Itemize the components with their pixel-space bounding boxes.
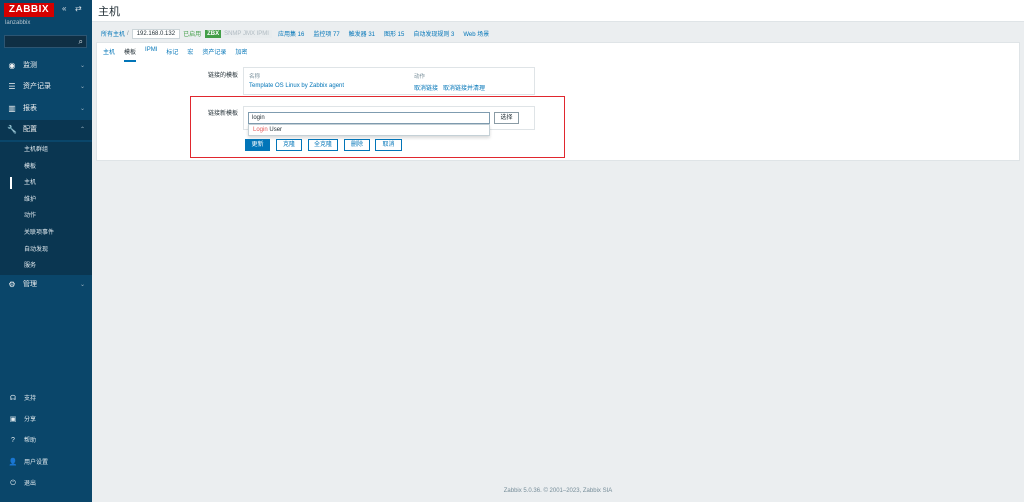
unlink-and-clear-link[interactable]: 取消链接并清理: [443, 83, 485, 92]
page-header: 主机: [92, 0, 1024, 22]
menu-administration-label: 管理: [23, 281, 37, 288]
submenu-host-groups[interactable]: 主机群组: [0, 142, 92, 159]
gear-icon: ⚙: [8, 280, 16, 289]
headset-icon: ☊: [9, 395, 17, 402]
menu-monitoring[interactable]: ◉ 监测 ⌄: [0, 56, 92, 76]
link-graphs[interactable]: 图形 15: [384, 29, 404, 38]
kiosk-mode-icon[interactable]: ⇄: [75, 4, 82, 13]
support-label: 支持: [24, 396, 37, 402]
submenu-actions[interactable]: 动作: [0, 208, 92, 225]
chevron-down-icon: ⌄: [79, 282, 85, 288]
menu-monitoring-label: 监测: [23, 62, 37, 69]
link-discovery-rules[interactable]: 自动发现规则 3: [413, 29, 454, 38]
page-title: 主机: [98, 6, 120, 18]
sidebar: ZABBIX « ⇄ lanzabbix ⌕ ◉ 监测 ⌄ ☰ 资产记录 ⌄ ▥…: [0, 0, 92, 502]
sidebar-search-input[interactable]: ⌕: [4, 35, 87, 48]
tab-templates[interactable]: 模板: [124, 47, 137, 62]
list-icon: ☰: [8, 82, 16, 91]
menu-inventory[interactable]: ☰ 资产记录 ⌄: [0, 77, 92, 97]
chevron-up-icon: ⌃: [79, 127, 85, 133]
page-footer: Zabbix 5.0.36. © 2001–2023, Zabbix SIA: [503, 488, 613, 494]
tab-tags[interactable]: 标记: [166, 47, 178, 62]
menu-inventory-label: 资产记录: [23, 83, 51, 90]
linked-templates-label: 链接的模板: [207, 73, 238, 79]
column-name-header: 名称: [249, 74, 261, 80]
linked-templates-table: 名称 动作 Template OS Linux by Zabbix agent …: [243, 67, 535, 95]
submenu-maintenance[interactable]: 维护: [0, 192, 92, 209]
support-link[interactable]: ☊ 支持: [0, 389, 92, 409]
status-enabled[interactable]: 已启用: [183, 29, 201, 38]
share-icon: ▣: [9, 416, 17, 423]
other-availability-badges: SNMP JMX IPMI: [221, 29, 272, 38]
tab-encryption[interactable]: 加密: [235, 47, 247, 62]
submenu-templates[interactable]: 模板: [0, 159, 92, 176]
help-link[interactable]: ? 帮助: [0, 431, 92, 451]
submenu-discovery[interactable]: 自动发现: [0, 242, 92, 259]
menu-configuration-label: 配置: [23, 126, 37, 133]
user-icon: 👤: [8, 459, 18, 466]
submenu-hosts[interactable]: 主机: [0, 175, 92, 192]
link-applications[interactable]: 应用集 16: [278, 29, 304, 38]
configuration-submenu: 主机群组 模板 主机 维护 动作 关联项事件 自动发现 服务: [0, 142, 92, 275]
server-name: lanzabbix: [5, 20, 31, 26]
menu-administration[interactable]: ⚙ 管理 ⌄: [0, 275, 92, 295]
highlight-annotation-frame: [190, 96, 565, 158]
breadcrumb-separator: /: [127, 30, 129, 37]
column-action-header: 动作: [414, 74, 426, 80]
wrench-icon: 🔧: [7, 125, 17, 134]
share-label: 分享: [24, 417, 37, 423]
tab-ipmi[interactable]: IPMI: [145, 47, 157, 62]
menu-reports[interactable]: ▥ 报表 ⌄: [0, 99, 92, 119]
unlink-link[interactable]: 取消链接: [414, 83, 438, 92]
sign-out-label: 退出: [24, 481, 37, 487]
user-settings-label: 用户设置: [24, 460, 49, 466]
collapse-sidebar-icon[interactable]: «: [62, 4, 66, 13]
help-icon: ?: [11, 437, 15, 444]
eye-icon: ◉: [8, 61, 16, 70]
host-navigation: 所有主机 / 192.168.0.132 已启用 ZBX SNMP JMX IP…: [101, 28, 498, 39]
chart-icon: ▥: [8, 104, 16, 113]
zbx-availability-badge: ZBX: [205, 29, 222, 38]
tab-macros[interactable]: 宏: [187, 47, 193, 62]
breadcrumb-host[interactable]: 192.168.0.132: [131, 28, 181, 39]
submenu-services[interactable]: 服务: [0, 258, 92, 275]
zabbix-logo[interactable]: ZABBIX: [4, 3, 54, 17]
search-icon[interactable]: ⌕: [79, 37, 83, 47]
user-settings-link[interactable]: 👤 用户设置: [0, 453, 92, 473]
tab-host[interactable]: 主机: [103, 47, 115, 62]
link-triggers[interactable]: 触发器 31: [349, 29, 375, 38]
link-web-scenarios[interactable]: Web 场景: [463, 29, 489, 38]
chevron-down-icon: ⌄: [79, 63, 85, 69]
chevron-down-icon: ⌄: [79, 106, 85, 112]
tab-inventory[interactable]: 资产记录: [202, 47, 226, 62]
linked-template-name[interactable]: Template OS Linux by Zabbix agent: [249, 83, 344, 89]
menu-reports-label: 报表: [23, 105, 37, 112]
host-tabs: 主机 模板 IPMI 标记 宏 资产记录 加密: [103, 47, 256, 62]
help-label: 帮助: [24, 438, 37, 444]
menu-configuration[interactable]: 🔧 配置 ⌃: [0, 120, 92, 140]
share-link[interactable]: ▣ 分享: [0, 410, 92, 430]
chevron-down-icon: ⌄: [79, 84, 85, 90]
link-items[interactable]: 监控项 77: [313, 29, 339, 38]
breadcrumb-all-hosts[interactable]: 所有主机: [101, 29, 125, 38]
submenu-event-correlation[interactable]: 关联项事件: [0, 225, 92, 242]
sign-out-link[interactable]: ⏻ 退出: [0, 474, 92, 494]
power-icon: ⏻: [10, 480, 16, 487]
